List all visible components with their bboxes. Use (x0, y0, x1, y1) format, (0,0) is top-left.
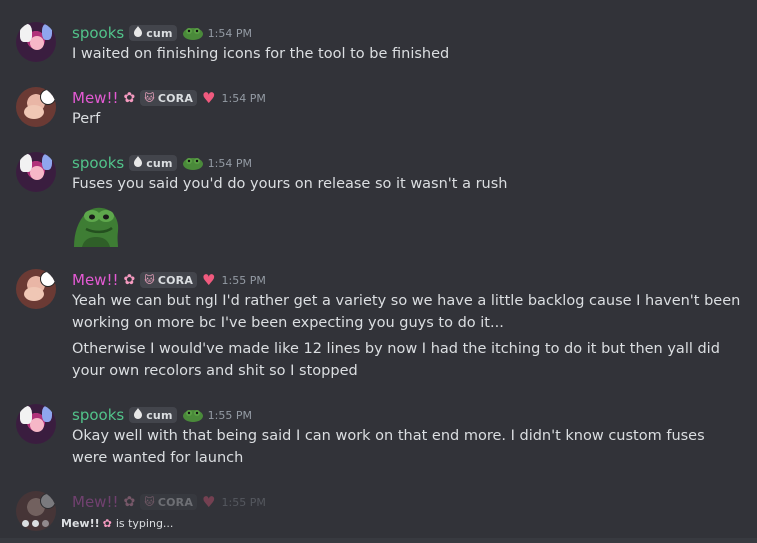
cat-face-icon: 🐱 (144, 496, 155, 508)
avatar[interactable] (16, 269, 56, 309)
username[interactable]: spooks (72, 406, 124, 424)
timestamp: 1:54 PM (221, 91, 266, 105)
typing-user: Mew!! (61, 516, 100, 530)
username[interactable]: spooks (72, 154, 124, 172)
pink-flower-icon: ✿ (123, 272, 136, 288)
timestamp: 1:54 PM (207, 26, 252, 40)
avatar[interactable] (16, 87, 56, 127)
guild-tag[interactable]: cum (129, 407, 177, 423)
username[interactable]: spooks (72, 24, 124, 42)
timestamp: 1:54 PM (207, 156, 252, 170)
guild-tag[interactable]: 🐱 CORA (140, 90, 198, 106)
message-text: Otherwise I would've made like 12 lines … (72, 341, 720, 379)
pepe-frog-icon (182, 25, 204, 41)
timestamp: 1:55 PM (207, 408, 252, 422)
avatar[interactable] (16, 152, 56, 192)
pink-flower-icon: ✿ (123, 494, 136, 510)
pink-flower-icon: ✿ (123, 90, 136, 106)
message-text: Perf (72, 111, 101, 127)
heart-icon: ♥ (202, 493, 216, 511)
username[interactable]: Mew!! (72, 271, 118, 289)
message-text: Fuses you said you'd do yours on release… (72, 176, 508, 192)
avatar[interactable] (16, 404, 56, 444)
typing-dots-icon (22, 519, 49, 527)
guild-tag[interactable]: 🐱 CORA (140, 272, 198, 288)
heart-icon: ♥ (202, 89, 216, 107)
pepe-emoji-image[interactable] (72, 203, 120, 247)
typing-text: is typing... (115, 516, 174, 530)
garlic-icon (133, 26, 143, 40)
garlic-icon (133, 408, 143, 422)
username[interactable]: Mew!! (72, 89, 118, 107)
heart-icon: ♥ (202, 271, 216, 289)
guild-tag[interactable]: cum (129, 25, 177, 41)
pepe-frog-icon (182, 155, 204, 171)
timestamp: 1:55 PM (221, 273, 266, 287)
message-composer[interactable] (0, 538, 757, 543)
guild-tag[interactable]: cum (129, 155, 177, 171)
username[interactable]: Mew!! (72, 493, 118, 511)
pepe-frog-icon (182, 407, 204, 423)
avatar[interactable] (16, 22, 56, 62)
typing-indicator: Mew!! ✿ is typing... (22, 514, 173, 532)
timestamp: 1:55 PM (221, 495, 266, 509)
cat-face-icon: 🐱 (144, 274, 155, 286)
message-text: I waited on finishing icons for the tool… (72, 46, 450, 62)
message-text: Yeah we can but ngl I'd rather get a var… (72, 293, 741, 331)
garlic-icon (133, 156, 143, 170)
pink-flower-icon: ✿ (102, 516, 112, 530)
message-text: Okay well with that being said I can wor… (72, 428, 705, 466)
guild-tag[interactable]: 🐱 CORA (140, 494, 198, 510)
cat-face-icon: 🐱 (144, 92, 155, 104)
